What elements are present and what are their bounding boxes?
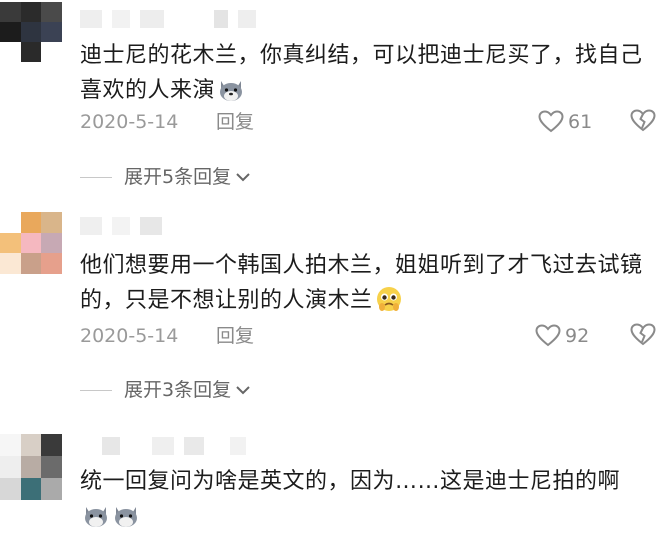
username[interactable] bbox=[80, 10, 256, 28]
avatar[interactable] bbox=[0, 434, 62, 500]
username[interactable] bbox=[80, 217, 162, 235]
broken-heart-icon bbox=[630, 109, 656, 132]
broken-heart-icon bbox=[630, 323, 656, 346]
divider-line bbox=[80, 176, 112, 178]
heart-icon bbox=[535, 324, 561, 347]
pleading-face-emoji bbox=[375, 285, 403, 324]
expand-replies-button[interactable]: 展开5条回复 bbox=[80, 162, 251, 192]
comment-date: 2020-5-14 bbox=[80, 325, 179, 347]
chevron-down-icon bbox=[236, 386, 250, 395]
like-button[interactable]: 61 bbox=[538, 109, 592, 135]
comment-text: 迪士尼的花木兰，你真纠结，可以把迪士尼买了，找自己喜欢的人来演 bbox=[80, 38, 646, 114]
avatar[interactable] bbox=[0, 212, 62, 274]
dislike-button[interactable] bbox=[630, 323, 656, 351]
reply-button[interactable]: 回复 bbox=[216, 321, 254, 351]
like-button[interactable]: 92 bbox=[535, 323, 589, 349]
username[interactable] bbox=[102, 437, 246, 455]
comment-text: 统一回复问为啥是英文的，因为……这是迪士尼拍的啊 bbox=[80, 464, 646, 540]
like-count: 92 bbox=[565, 325, 590, 347]
expand-replies-button[interactable]: 展开3条回复 bbox=[80, 375, 251, 405]
chevron-down-icon bbox=[236, 173, 250, 182]
avatar[interactable] bbox=[0, 2, 62, 62]
comment-meta: 2020-5-14 回复 92 bbox=[80, 321, 656, 351]
reply-button[interactable]: 回复 bbox=[216, 107, 254, 137]
expand-replies-label: 展开3条回复 bbox=[124, 379, 232, 401]
like-count: 61 bbox=[568, 111, 593, 133]
expand-replies-label: 展开5条回复 bbox=[124, 166, 232, 188]
divider-line bbox=[80, 389, 112, 391]
comment-date: 2020-5-14 bbox=[80, 111, 179, 133]
heart-icon bbox=[538, 110, 564, 133]
comment-text: 他们想要用一个韩国人拍木兰，姐姐听到了才飞过去试镜的，只是不想让别的人演木兰 bbox=[80, 248, 646, 324]
dislike-button[interactable] bbox=[630, 109, 656, 137]
comment-meta: 2020-5-14 回复 61 bbox=[80, 107, 656, 137]
